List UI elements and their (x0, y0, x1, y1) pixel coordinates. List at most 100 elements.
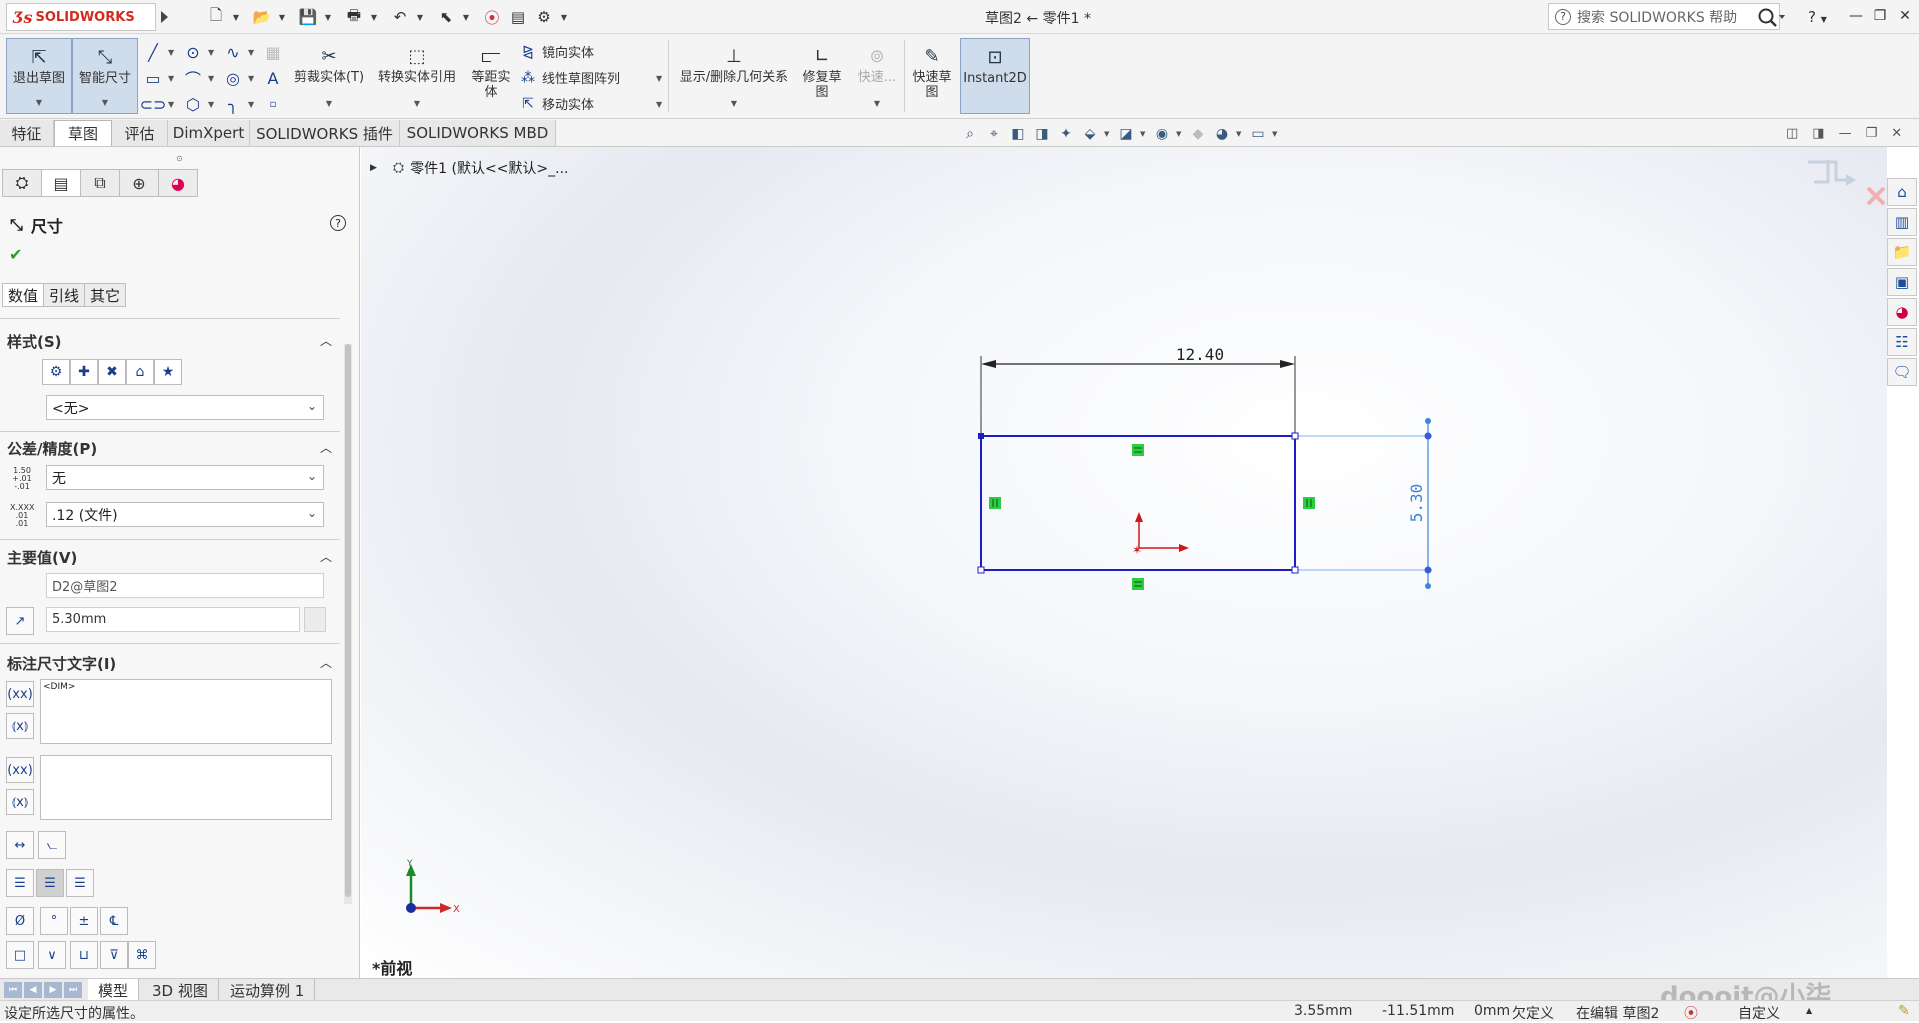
arc-icon[interactable]: ⌒ (182, 68, 204, 89)
solidworks-logo[interactable]: Ʒs SOLIDWORKS (6, 3, 156, 31)
style-collapse-icon[interactable]: ︿ (320, 332, 332, 349)
display-manager-tab-icon[interactable]: ◕ (158, 169, 198, 197)
print-dropdown-icon[interactable]: ▼ (369, 6, 379, 28)
convert-entities-button[interactable]: ⬚ 转换实体引用 ▼ (372, 38, 462, 114)
view-palette-icon[interactable]: ▣ (1887, 268, 1917, 296)
update-style-icon[interactable]: ✖ (98, 359, 126, 385)
align-left-icon[interactable]: ☰ (6, 869, 34, 897)
save-icon[interactable]: 💾 (297, 6, 319, 28)
select-dropdown-icon[interactable]: ▼ (461, 6, 471, 28)
plus-minus-symbol-icon[interactable]: ± (70, 907, 98, 935)
parentheses-icon[interactable]: (xx) (6, 681, 34, 707)
undo-icon[interactable]: ↶ (389, 6, 411, 28)
section-view-icon[interactable]: ◨ (1032, 124, 1052, 144)
doc-close-icon[interactable]: ✕ (1891, 126, 1902, 141)
appearances-icon[interactable]: ◕ (1887, 298, 1917, 326)
save-style-icon[interactable]: ★ (154, 359, 182, 385)
save-dropdown-icon[interactable]: ▼ (323, 6, 333, 28)
trim-entities-button[interactable]: ✂ 剪裁实体(T) ▼ (292, 38, 366, 114)
style-select[interactable]: <无> ⌄ (46, 395, 324, 420)
convert-dropdown-icon[interactable]: ▼ (414, 96, 420, 114)
more-symbols-icon[interactable]: ⌘ (128, 941, 156, 969)
spline-icon[interactable]: ∿ (222, 42, 244, 62)
apply-default-style-icon[interactable]: ⚙ (42, 359, 70, 385)
tab-evaluate[interactable]: 评估 (112, 120, 168, 146)
linear-pattern-dropdown-icon[interactable]: ▼ (656, 74, 662, 83)
dimension-value-field[interactable]: 5.30mm (46, 607, 300, 632)
smart-dimension-button[interactable]: ⤡ 智能尺寸 ▼ (72, 38, 138, 114)
help-search-input[interactable]: ? 搜索 SOLIDWORKS 帮助 (1548, 3, 1780, 30)
subtab-other[interactable]: 其它 (84, 283, 127, 307)
dimension-text-lower[interactable] (40, 755, 332, 820)
tolerance-group-title[interactable]: 公差/精度(P) (7, 438, 97, 459)
offset-text-icon[interactable]: ⦦ (38, 831, 66, 859)
line-dropdown-icon[interactable]: ▼ (168, 48, 174, 57)
tolerance-collapse-icon[interactable]: ︿ (320, 439, 332, 456)
point-icon[interactable]: ▫ (262, 94, 284, 114)
dynamic-annotation-icon[interactable]: ✦ (1056, 124, 1076, 144)
rebuild-status-icon[interactable]: ⦿ (1684, 1003, 1698, 1023)
move-entities-button[interactable]: ⇱ 移动实体 (518, 94, 594, 114)
dimension-text-group-title[interactable]: 标注尺寸文字(I) (7, 653, 116, 674)
new-document-icon[interactable]: 🗋 (205, 6, 227, 28)
scene-dropdown-icon[interactable]: ▼ (1236, 130, 1244, 138)
counterbore-symbol-icon[interactable]: ⊔ (70, 941, 98, 969)
customize-tooltip-icon[interactable]: ✎ (1898, 1003, 1910, 1019)
expand-arrow-icon[interactable]: ▶ (370, 163, 377, 173)
solidworks-resources-icon[interactable]: ⌂ (1887, 178, 1917, 206)
new-dropdown-icon[interactable]: ▼ (231, 6, 241, 28)
search-icon[interactable] (1752, 5, 1788, 29)
prev-tab-icon[interactable]: ◀ (24, 982, 42, 998)
property-manager-tab-icon[interactable]: ▤ (41, 169, 81, 197)
rapid-sketch-button[interactable]: ✎ 快速草图 (906, 38, 958, 114)
tile-right-icon[interactable]: ◨ (1812, 126, 1824, 141)
trim-dropdown-icon[interactable]: ▼ (326, 96, 332, 114)
apply-scene-icon[interactable]: ◕ (1212, 124, 1232, 144)
repair-sketch-button[interactable]: ∟ 修复草图 (798, 38, 846, 114)
last-tab-icon[interactable]: ⏭ (64, 982, 82, 998)
fillet-icon[interactable]: ╮ (222, 94, 244, 114)
diameter-symbol-icon[interactable]: Ø (6, 907, 34, 935)
add-style-icon[interactable]: ✚ (70, 359, 98, 385)
display-relations-button[interactable]: ⊥ 显示/删除几何关系 ▼ (672, 38, 796, 114)
text-icon[interactable]: A (262, 68, 284, 88)
subtab-value[interactable]: 数值 (2, 283, 45, 307)
mirror-entities-button[interactable]: ⧎ 镜向实体 (518, 42, 594, 62)
tile-left-icon[interactable]: ◫ (1786, 126, 1798, 141)
slot-dropdown-icon[interactable]: ▼ (168, 100, 174, 109)
edit-appearance-icon[interactable]: ◆ (1188, 124, 1208, 144)
polygon-icon[interactable]: ⬡ (182, 94, 204, 114)
circle-dropdown-icon[interactable]: ▼ (208, 48, 214, 57)
rebuild-traffic-light-icon[interactable]: ⦿ (481, 6, 503, 28)
open-folder-icon[interactable]: 📂 (251, 6, 273, 28)
tolerance-type-select[interactable]: 无 ⌄ (46, 465, 324, 490)
smart-dimension-dropdown-icon[interactable]: ▼ (102, 95, 108, 113)
hide-show-dropdown-icon[interactable]: ▼ (1176, 130, 1184, 138)
exit-sketch-dropdown-icon[interactable]: ▼ (36, 95, 42, 113)
options-gear-icon[interactable]: ⚙ (533, 6, 555, 28)
style-group-title[interactable]: 样式(S) (7, 331, 62, 352)
undo-dropdown-icon[interactable]: ▼ (415, 6, 425, 28)
ok-checkmark-icon[interactable]: ✔ (9, 245, 22, 264)
slot-icon[interactable]: ⊂⊃ (140, 94, 167, 114)
cancel-sketch-corner-icon[interactable] (1866, 186, 1886, 206)
exit-sketch-corner-icon[interactable] (1808, 160, 1856, 186)
restore-icon[interactable]: ❐ (1870, 6, 1890, 26)
next-tab-icon[interactable]: ▶ (44, 982, 62, 998)
circle-icon[interactable]: ⊙ (182, 42, 204, 62)
primary-value-group-title[interactable]: 主要值(V) (7, 547, 77, 568)
dimension-text-upper[interactable]: <DIM> (40, 679, 332, 744)
move-dropdown-icon[interactable]: ▼ (656, 100, 662, 109)
relations-dropdown-icon[interactable]: ▼ (731, 96, 737, 114)
file-properties-icon[interactable]: ▤ (507, 6, 529, 28)
custom-properties-icon[interactable]: ☷ (1887, 328, 1917, 356)
configuration-manager-tab-icon[interactable]: ⧉ (80, 169, 120, 197)
tab-addins[interactable]: SOLIDWORKS 插件 (250, 120, 400, 146)
feature-manager-tab-icon[interactable]: ⛭ (2, 169, 42, 197)
dimension-name-field[interactable]: D2@草图2 (46, 573, 324, 598)
degree-symbol-icon[interactable]: ° (40, 907, 68, 935)
inspection-icon[interactable]: ⦅x⦆ (6, 713, 34, 739)
close-icon[interactable]: ✕ (1895, 6, 1915, 26)
select-cursor-icon[interactable]: ⬉ (435, 6, 457, 28)
linear-pattern-button[interactable]: ⁂ 线性草图阵列 (518, 68, 620, 88)
